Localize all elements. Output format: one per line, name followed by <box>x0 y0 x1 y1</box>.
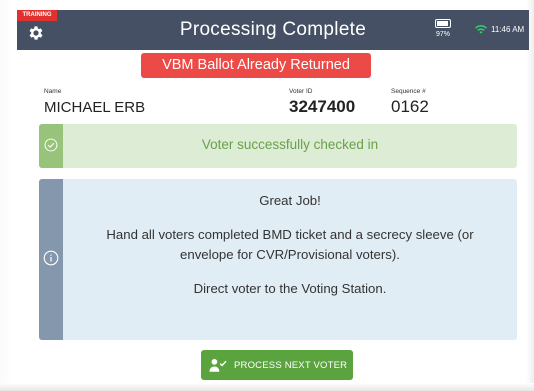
instructions-panel: Great Job! Hand all voters completed BMD… <box>39 179 517 340</box>
clock-time: 11:46 AM <box>491 25 525 34</box>
battery-indicator: 97% <box>432 19 454 43</box>
process-next-voter-button[interactable]: PROCESS NEXT VOTER <box>201 350 353 380</box>
info-circle-icon <box>43 250 59 266</box>
instructions-line-1: Hand all voters completed BMD ticket and… <box>106 227 474 242</box>
sequence-number: 0162 <box>391 97 429 116</box>
person-check-icon <box>209 358 227 372</box>
instructions-text: Great Job! Hand all voters completed BMD… <box>63 191 517 299</box>
check-circle-icon <box>44 138 58 152</box>
name-label: Name <box>44 88 62 95</box>
wifi-icon <box>475 25 487 34</box>
app-frame: TRAINING Processing Complete 97% 11:46 A… <box>0 0 534 391</box>
voter-name: MICHAEL ERB <box>44 99 146 116</box>
shadow-edge-bottom <box>0 383 534 391</box>
battery-icon <box>435 19 451 28</box>
success-text: Voter successfully checked in <box>201 137 379 152</box>
vbm-returned-banner: VBM Ballot Already Returned <box>141 53 371 78</box>
header-bar: TRAINING Processing Complete 97% 11:46 A… <box>17 10 529 50</box>
success-strip <box>39 124 63 168</box>
info-strip <box>39 179 63 340</box>
battery-percent: 97% <box>435 31 450 38</box>
instructions-line-2: envelope for CVR/Provisional voters). <box>180 247 400 262</box>
instructions-heading: Great Job! <box>259 193 321 208</box>
voter-id-label: Voter ID <box>289 88 313 95</box>
process-next-voter-label: PROCESS NEXT VOTER <box>234 360 348 371</box>
instructions-line-3: Direct voter to the Voting Station. <box>193 281 387 296</box>
voter-id: 3247400 <box>289 97 356 116</box>
shadow-edge-left <box>0 0 12 391</box>
checkin-success-message: Voter successfully checked in <box>39 124 517 168</box>
shadow-edge-right <box>526 0 534 391</box>
sequence-label: Sequence # <box>391 88 426 95</box>
